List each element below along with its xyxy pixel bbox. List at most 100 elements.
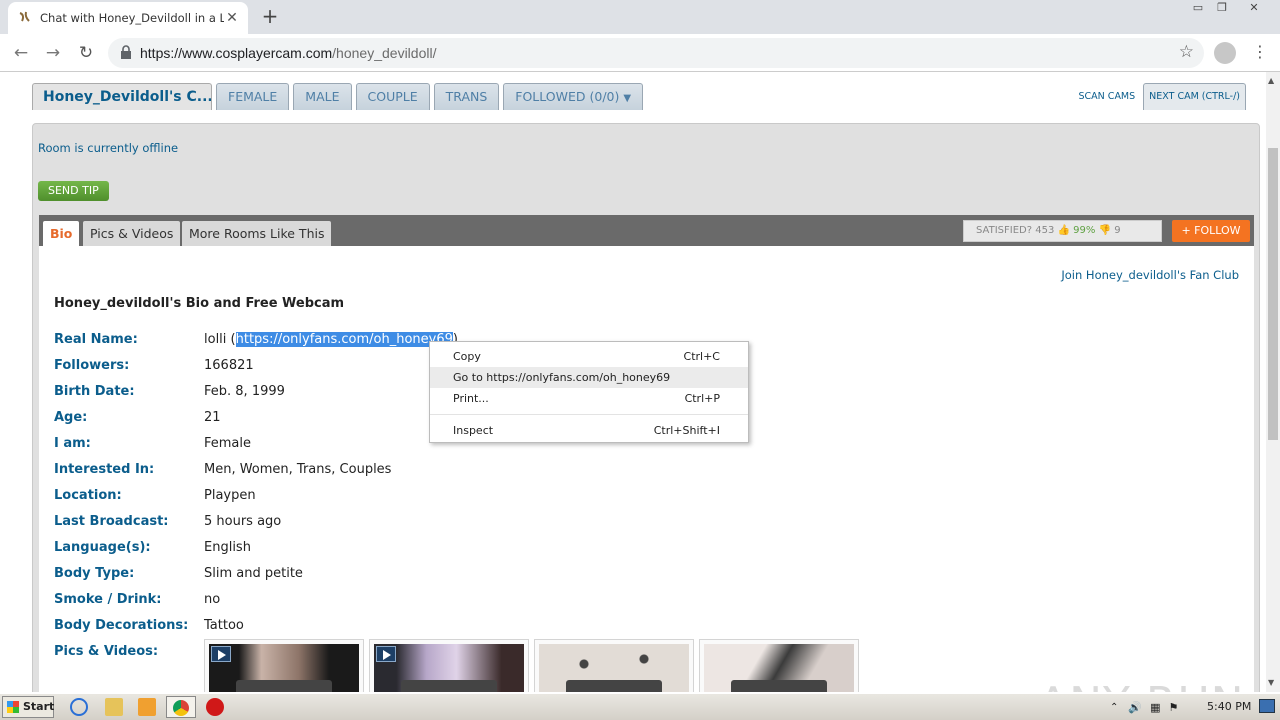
tab-pics-videos[interactable]: Pics & Videos [83, 221, 181, 246]
menu-kebab-icon[interactable]: ⋮ [1252, 42, 1268, 61]
minimize-icon[interactable]: ▭ [1186, 0, 1210, 18]
bio-label: Language(s): [54, 540, 151, 555]
menu-item-go-to[interactable]: Go to https://onlyfans.com/oh_honey69 [430, 367, 748, 388]
tab-female[interactable]: FEMALE [216, 83, 290, 110]
menu-item-shortcut: Ctrl+Shift+I [653, 424, 720, 437]
media-thumbnail[interactable] [369, 639, 529, 692]
browser-tab[interactable]: Chat with Honey_Devildoll in a Live A ✕ [8, 2, 248, 34]
restore-icon[interactable]: ❐ [1210, 0, 1234, 18]
thumbs-down-count: 9 [1114, 225, 1121, 236]
category-tabs: Honey_Devildoll's C... FEMALE MALE COUPL… [32, 83, 647, 110]
bio-label: Location: [54, 488, 122, 503]
network-icon[interactable]: ▦ [1150, 701, 1160, 714]
follow-button[interactable]: + FOLLOW [1172, 220, 1250, 242]
satisfaction-rating: SATISFIED? 453 👍 99% 👎 9 [963, 220, 1162, 242]
bio-label: Interested In: [54, 462, 155, 477]
tab-followed[interactable]: FOLLOWED (0/0) ▼ [503, 83, 644, 110]
forward-icon[interactable]: → [40, 40, 66, 66]
bio-value: 166821 [204, 358, 254, 373]
bio-value: 21 [204, 410, 221, 425]
taskbar: Start ⌃ 🔊 ▦ ⚑ 5:40 PM [0, 693, 1280, 720]
tray-expand-icon[interactable]: ⌃ [1110, 702, 1118, 713]
antivirus-icon[interactable] [206, 698, 224, 716]
bio-value: Feb. 8, 1999 [204, 384, 285, 399]
menu-item-shortcut: Ctrl+P [684, 392, 720, 405]
address-bar[interactable]: https://www.cosplayercam.com/honey_devil… [108, 38, 1204, 68]
video-icon [211, 646, 231, 662]
bio-value: no [204, 592, 221, 607]
fan-club-link[interactable]: Join Honey_devildoll's Fan Club [1061, 268, 1239, 282]
chevron-down-icon: ▼ [623, 93, 632, 104]
context-menu: Copy Ctrl+C Go to https://onlyfans.com/oh… [429, 341, 749, 443]
bookmark-star-icon[interactable]: ☆ [1179, 42, 1194, 62]
start-button[interactable]: Start [2, 696, 54, 718]
media-thumbnail[interactable] [534, 639, 694, 692]
bio-panel: Bio Pics & Videos More Rooms Like This S… [39, 215, 1254, 692]
bio-label: Body Type: [54, 566, 135, 581]
vertical-scrollbar[interactable]: ▲ ▼ [1266, 72, 1280, 692]
volume-icon[interactable]: 🔊 [1128, 701, 1142, 714]
bio-title: Honey_devildoll's Bio and Free Webcam [54, 296, 345, 311]
bio-value: Playpen [204, 488, 256, 503]
bio-value: Female [204, 436, 252, 451]
browser-tab-strip: Chat with Honey_Devildoll in a Live A ✕ … [0, 0, 1280, 34]
media-thumbnail[interactable] [204, 639, 364, 692]
back-icon[interactable]: ← [8, 40, 34, 66]
menu-separator [430, 414, 748, 415]
bio-value: English [204, 540, 251, 555]
menu-item-copy[interactable]: Copy Ctrl+C [430, 346, 748, 367]
bio-value: Men, Women, Trans, Couples [204, 462, 392, 477]
tab-more-rooms[interactable]: More Rooms Like This [182, 221, 332, 246]
menu-item-label: Go to https://onlyfans.com/oh_honey69 [453, 371, 671, 384]
real-name-value: lolli ( [204, 332, 236, 347]
menu-item-shortcut: Ctrl+C [683, 350, 720, 363]
chrome-taskbar-button[interactable] [166, 696, 196, 718]
tab-close-icon[interactable]: ✕ [224, 10, 240, 26]
lock-icon [121, 45, 131, 59]
bio-label: Smoke / Drink: [54, 592, 162, 607]
system-tray: ⌃ 🔊 ▦ ⚑ [1104, 696, 1280, 718]
scroll-down-icon[interactable]: ▼ [1268, 678, 1274, 687]
account-avatar-icon[interactable] [1214, 42, 1236, 64]
bio-value: Slim and petite [204, 566, 303, 581]
bio-label: I am: [54, 436, 91, 451]
bio-label: Birth Date: [54, 384, 135, 399]
watermark-logo: ANY RUN [1038, 678, 1245, 692]
tab-male[interactable]: MALE [293, 83, 352, 110]
media-player-icon[interactable] [138, 698, 156, 716]
bio-label: Body Decorations: [54, 618, 189, 633]
show-desktop-icon[interactable] [1259, 699, 1275, 713]
start-label: Start [23, 700, 55, 713]
site-favicon-icon [16, 10, 32, 26]
scroll-up-icon[interactable]: ▲ [1268, 76, 1274, 85]
scan-cams-link[interactable]: SCAN CAMS [1079, 84, 1136, 110]
scroll-thumb[interactable] [1268, 148, 1278, 440]
folder-icon[interactable] [105, 698, 123, 716]
flag-icon[interactable]: ⚑ [1169, 701, 1179, 714]
satisfied-count: 453 [1035, 225, 1055, 236]
bio-label: Followers: [54, 358, 130, 373]
bio-value: 5 hours ago [204, 514, 282, 529]
menu-item-label: Print... [453, 392, 489, 405]
menu-item-print[interactable]: Print... Ctrl+P [430, 388, 748, 409]
bio-label: Pics & Videos: [54, 644, 159, 659]
menu-item-inspect[interactable]: Inspect Ctrl+Shift+I [430, 420, 748, 441]
clock: 5:40 PM [1207, 700, 1252, 713]
bio-tabs-bar: Bio Pics & Videos More Rooms Like This S… [39, 215, 1254, 246]
onlyfans-link[interactable]: https://onlyfans.com/oh_honey69 [235, 332, 453, 347]
satisfied-label: SATISFIED? [976, 225, 1033, 236]
tab-couple[interactable]: COUPLE [355, 83, 430, 110]
tab-bio[interactable]: Bio [43, 221, 80, 246]
media-thumbnail[interactable] [699, 639, 859, 692]
new-tab-icon[interactable]: + [258, 4, 282, 28]
reload-icon[interactable]: ↻ [73, 40, 99, 66]
tab-room[interactable]: Honey_Devildoll's C... [32, 83, 212, 110]
send-tip-button[interactable]: SEND TIP [38, 181, 109, 201]
next-cam-button[interactable]: NEXT CAM (CTRL-/) [1143, 83, 1246, 110]
internet-explorer-icon[interactable] [70, 698, 88, 716]
window-close-icon[interactable]: ✕ [1242, 0, 1266, 18]
tab-trans[interactable]: TRANS [433, 83, 500, 110]
bio-label: Age: [54, 410, 88, 425]
thumbs-down-icon[interactable]: 👎 [1099, 225, 1111, 236]
thumbs-up-icon[interactable]: 👍 [1058, 225, 1070, 236]
